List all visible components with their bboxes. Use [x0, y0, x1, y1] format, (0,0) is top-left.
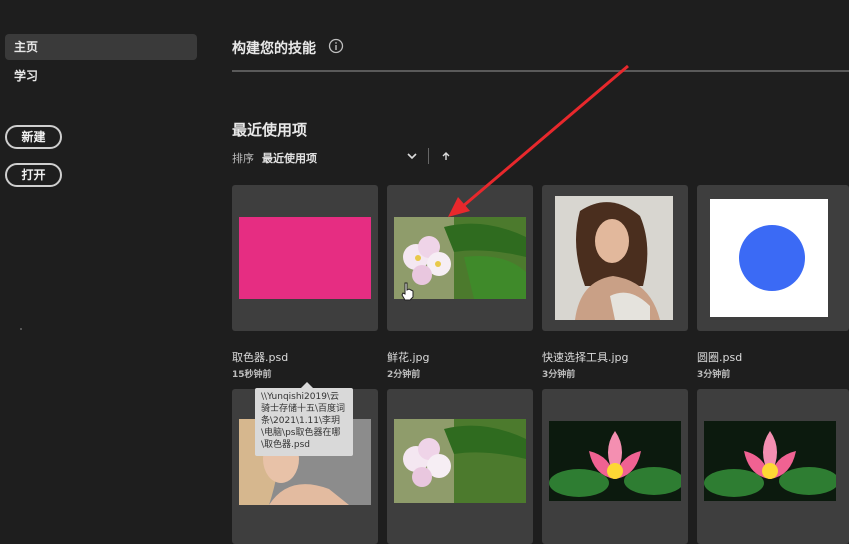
sidebar-item-home[interactable]: 主页: [5, 34, 197, 60]
info-icon[interactable]: [328, 38, 344, 54]
sort-direction-icon[interactable]: [441, 151, 451, 161]
file-name[interactable]: 鲜花.jpg: [387, 349, 430, 365]
new-button[interactable]: 新建: [5, 125, 62, 149]
pink-thumbnail: [239, 217, 371, 299]
file-name[interactable]: 取色器.psd: [232, 349, 288, 365]
divider-dot: [20, 328, 22, 330]
portrait-thumbnail: [555, 196, 673, 320]
file-name[interactable]: 快速选择工具.jpg: [542, 349, 629, 365]
blue-circle: [739, 225, 805, 291]
sidebar: 主页 学习 新建 打开: [0, 0, 210, 544]
file-card-circle[interactable]: [697, 185, 849, 331]
flower-thumbnail: [394, 419, 526, 503]
file-card[interactable]: [387, 389, 533, 544]
file-card[interactable]: [697, 389, 849, 544]
lotus-thumbnail: [549, 421, 681, 501]
chevron-down-icon[interactable]: [406, 150, 418, 162]
file-card-flower[interactable]: [387, 185, 533, 331]
recent-title: 最近使用项: [232, 121, 308, 139]
file-card-color-picker[interactable]: [232, 185, 378, 331]
page-title: 构建您的技能: [232, 41, 316, 57]
white-thumbnail: [710, 199, 828, 317]
sort-label: 排序: [232, 152, 254, 165]
file-time: 15秒钟前: [232, 370, 272, 380]
lotus-thumbnail: [704, 421, 836, 501]
file-time: 3分钟前: [542, 370, 576, 380]
sort-dropdown[interactable]: 最近使用项: [262, 150, 317, 166]
file-card-quick-select[interactable]: [542, 185, 688, 331]
sort-separator: [428, 148, 429, 164]
open-button[interactable]: 打开: [5, 163, 62, 187]
sidebar-item-learn[interactable]: 学习: [5, 63, 197, 89]
file-name[interactable]: 圆圈.psd: [697, 349, 742, 365]
hand-cursor-icon: [401, 282, 414, 301]
file-path-tooltip: \\Yunqishi2019\云骑士存储十五\百度词条\2021\1.11\李玥…: [255, 382, 353, 456]
file-time: 2分钟前: [387, 370, 421, 380]
file-card[interactable]: [542, 389, 688, 544]
file-time: 3分钟前: [697, 370, 731, 380]
section-divider: [232, 70, 849, 72]
